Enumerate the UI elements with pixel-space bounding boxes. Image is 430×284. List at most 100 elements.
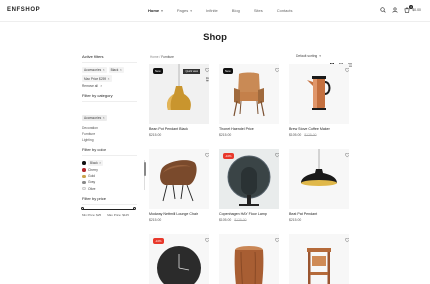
product-name[interactable]: Beat Pat Pendant: [289, 212, 349, 216]
category-item-furniture[interactable]: Furniture: [82, 132, 137, 136]
product-card[interactable]: Modway Nettmill Lounge Chair $215.00: [149, 149, 209, 222]
nav-item-label: Home: [148, 8, 160, 13]
nav-item-label: Pages: [176, 8, 189, 13]
color-item-cherry[interactable]: Cherry: [82, 168, 137, 172]
header-actions: 0 $0.00: [380, 5, 421, 13]
product-name[interactable]: Brew Stove Coffee Maker: [289, 127, 349, 131]
main-nav: Home ▾ Pages ▾ Infinite Blog Sites Conta…: [148, 8, 293, 13]
product-image[interactable]: New Quick view: [149, 64, 209, 124]
chevron-down-icon: ▾: [161, 8, 163, 13]
brown-lounge-chair-image: [160, 160, 197, 202]
quick-view-button[interactable]: Quick view: [183, 69, 200, 74]
cart-button[interactable]: 0 $0.00: [404, 5, 421, 13]
product-name[interactable]: Copenhagen HAY Floor Lamp: [219, 212, 279, 216]
color-item-gray[interactable]: Gray: [82, 180, 137, 184]
user-icon[interactable]: [392, 7, 398, 13]
category-filter: Filter by category Accessories × Decorati…: [82, 92, 137, 142]
nav-item-contacts[interactable]: Contacts: [277, 8, 293, 13]
product-image[interactable]: [289, 149, 349, 209]
color-item-olive[interactable]: Olive: [82, 187, 137, 191]
product-card[interactable]: -10% Copenhagen HAY Floor Lamp $105.00 $1…: [219, 149, 279, 222]
color-label: Olive: [88, 186, 96, 191]
product-badge: New: [223, 68, 233, 74]
search-icon[interactable]: [380, 7, 386, 13]
current-price: $215.00: [289, 218, 302, 222]
sort-select[interactable]: Default sorting ▾: [296, 54, 321, 58]
price-range-labels: Min Price: $25 Max Price: $125: [82, 213, 137, 217]
old-price: $125.00: [234, 218, 247, 222]
filter-chip-black[interactable]: Black ×: [108, 67, 124, 74]
price-slider-max-handle[interactable]: [132, 207, 136, 211]
product-name[interactable]: Modway Nettmill Lounge Chair: [149, 212, 209, 216]
filter-chip-accessories[interactable]: Accessories ×: [82, 67, 107, 74]
price-slider-track[interactable]: [80, 207, 136, 211]
product-card[interactable]: New Thonet Haendel Price $215.00: [219, 64, 279, 137]
product-card[interactable]: [219, 234, 279, 284]
product-card[interactable]: [289, 234, 349, 284]
product-image[interactable]: -10%: [149, 234, 209, 284]
nav-item-blog[interactable]: Blog: [232, 8, 240, 13]
product-image[interactable]: [219, 234, 279, 284]
nav-item-sites[interactable]: Sites: [254, 8, 263, 13]
close-icon[interactable]: ×: [108, 77, 110, 81]
color-swatch: [82, 168, 86, 172]
current-price: $215.00: [149, 218, 162, 222]
filter-chip-max-price[interactable]: Max Price $259 ×: [82, 75, 112, 82]
color-list: Black × Cherry Gold Gray Olive: [82, 160, 146, 191]
copper-coffee-maker-image: [307, 76, 331, 110]
product-badge: -10%: [153, 238, 164, 244]
product-price: $105.00 $125.00: [289, 133, 349, 137]
nav-item-label: Contacts: [276, 8, 293, 13]
category-item-decoration[interactable]: Decoration: [82, 126, 137, 130]
product-image[interactable]: [289, 64, 349, 124]
divider: [82, 155, 137, 157]
category-filter-title: Filter by category: [82, 92, 113, 98]
product-name[interactable]: Bean Pot Pendant Black: [149, 127, 209, 131]
close-icon[interactable]: ×: [103, 116, 105, 120]
color-chip: Black ×: [88, 160, 104, 166]
site-logo[interactable]: ENFSHOP: [7, 7, 40, 13]
sort-label: Default sorting: [296, 54, 318, 58]
product-card[interactable]: Beat Pat Pendant $215.00: [289, 149, 349, 222]
close-icon[interactable]: ×: [120, 68, 122, 72]
breadcrumb-home[interactable]: Home: [150, 55, 159, 59]
color-list-scrollbar[interactable]: [143, 160, 146, 191]
price-filter: Filter by price Min Price: $25 Max Price…: [80, 196, 137, 217]
product-price: $215.00: [149, 218, 209, 222]
scrollbar-thumb[interactable]: [143, 162, 146, 177]
price-slider-min-handle[interactable]: [80, 207, 84, 211]
black-pendant-lamp-image: [301, 149, 337, 186]
color-label: Gray: [88, 180, 96, 185]
chip-row: Accessories × Black ×: [82, 67, 137, 74]
wood-stool-image: [234, 246, 264, 284]
nav-item-infinite[interactable]: Infinite: [206, 8, 218, 13]
chevron-down-icon: ▾: [190, 8, 192, 13]
product-card[interactable]: Brew Stove Coffee Maker $105.00 $125.00: [289, 64, 349, 137]
color-item-black[interactable]: Black ×: [82, 160, 137, 166]
product-name[interactable]: Thonet Haendel Price: [219, 127, 279, 131]
color-label: Gold: [88, 174, 95, 179]
product-card[interactable]: New Quick view Bean Pot Pendant Black $2…: [149, 64, 209, 137]
category-item-lighting[interactable]: Lighting: [82, 138, 137, 142]
product-image[interactable]: [149, 149, 209, 209]
color-swatch: [82, 161, 86, 165]
product-image[interactable]: [289, 234, 349, 284]
filter-sidebar: Active filters Accessories × Black × Max P…: [80, 54, 146, 222]
close-icon[interactable]: ×: [99, 161, 101, 165]
chevron-down-icon: ▾: [319, 54, 322, 58]
close-icon[interactable]: ×: [103, 68, 105, 72]
product-image[interactable]: New: [219, 64, 279, 124]
color-filter-title: Filter by color: [82, 147, 107, 153]
nav-item-home[interactable]: Home ▾: [148, 8, 163, 13]
color-swatch: [82, 174, 86, 179]
color-item-gold[interactable]: Gold: [82, 174, 137, 178]
product-price: $215.00: [219, 133, 279, 137]
product-badge: -10%: [223, 153, 234, 159]
remove-all-filters[interactable]: Remove all ×: [82, 84, 137, 88]
color-label: Cherry: [88, 168, 98, 173]
product-price: $215.00: [149, 133, 209, 137]
nav-item-pages[interactable]: Pages ▾: [177, 8, 192, 13]
product-image[interactable]: -10%: [219, 149, 279, 209]
product-card[interactable]: -10%: [149, 234, 209, 284]
category-item-accessories[interactable]: Accessories ×: [82, 114, 107, 121]
